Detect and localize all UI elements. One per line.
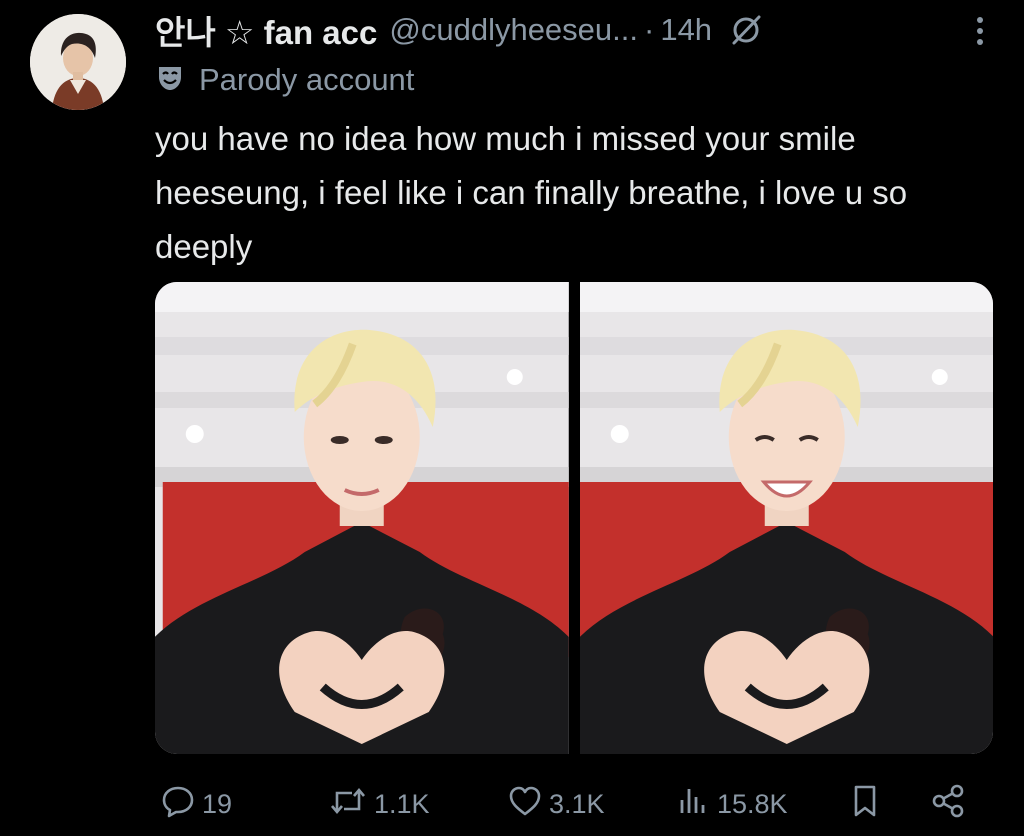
- reply-button[interactable]: 19: [160, 783, 232, 826]
- photo-2[interactable]: [579, 282, 993, 754]
- grok-slash-icon[interactable]: [728, 12, 764, 48]
- share-icon: [930, 783, 966, 826]
- retweet-count: 1.1K: [374, 788, 430, 819]
- separator-dot: ·: [644, 12, 655, 47]
- retweet-button[interactable]: 1.1K: [328, 783, 430, 826]
- display-name[interactable]: 안나 ☆ fan acc: [155, 6, 377, 54]
- like-icon: [507, 783, 543, 826]
- views-icon: [675, 783, 711, 826]
- user-handle[interactable]: @cuddlyheeseu...: [389, 12, 638, 48]
- timestamp[interactable]: 14h: [660, 12, 712, 48]
- parody-account-text: Parody account: [199, 62, 415, 97]
- parody-mask-icon: [155, 63, 185, 98]
- reply-icon: [160, 783, 196, 826]
- parody-label: Parody account: [155, 58, 414, 102]
- like-button[interactable]: 3.1K: [507, 783, 605, 826]
- reply-count: 19: [202, 788, 233, 819]
- tweet-header: 안나 ☆ fan acc @cuddlyheeseu... · 14h: [155, 6, 1004, 54]
- more-icon[interactable]: [974, 14, 986, 55]
- action-bar: 19 1.1K 3.1K 15.8K: [155, 778, 985, 830]
- tweet-text: you have no idea how much i missed your …: [155, 120, 908, 265]
- avatar[interactable]: [30, 14, 126, 110]
- share-button[interactable]: [930, 783, 966, 826]
- views-button[interactable]: 15.8K: [675, 783, 788, 826]
- views-count: 15.8K: [717, 788, 788, 819]
- bookmark-button[interactable]: [847, 783, 883, 826]
- photo-1[interactable]: [155, 282, 569, 754]
- like-count: 3.1K: [549, 788, 605, 819]
- bookmark-icon: [847, 783, 883, 826]
- retweet-icon: [328, 783, 368, 826]
- media-grid: [155, 282, 993, 754]
